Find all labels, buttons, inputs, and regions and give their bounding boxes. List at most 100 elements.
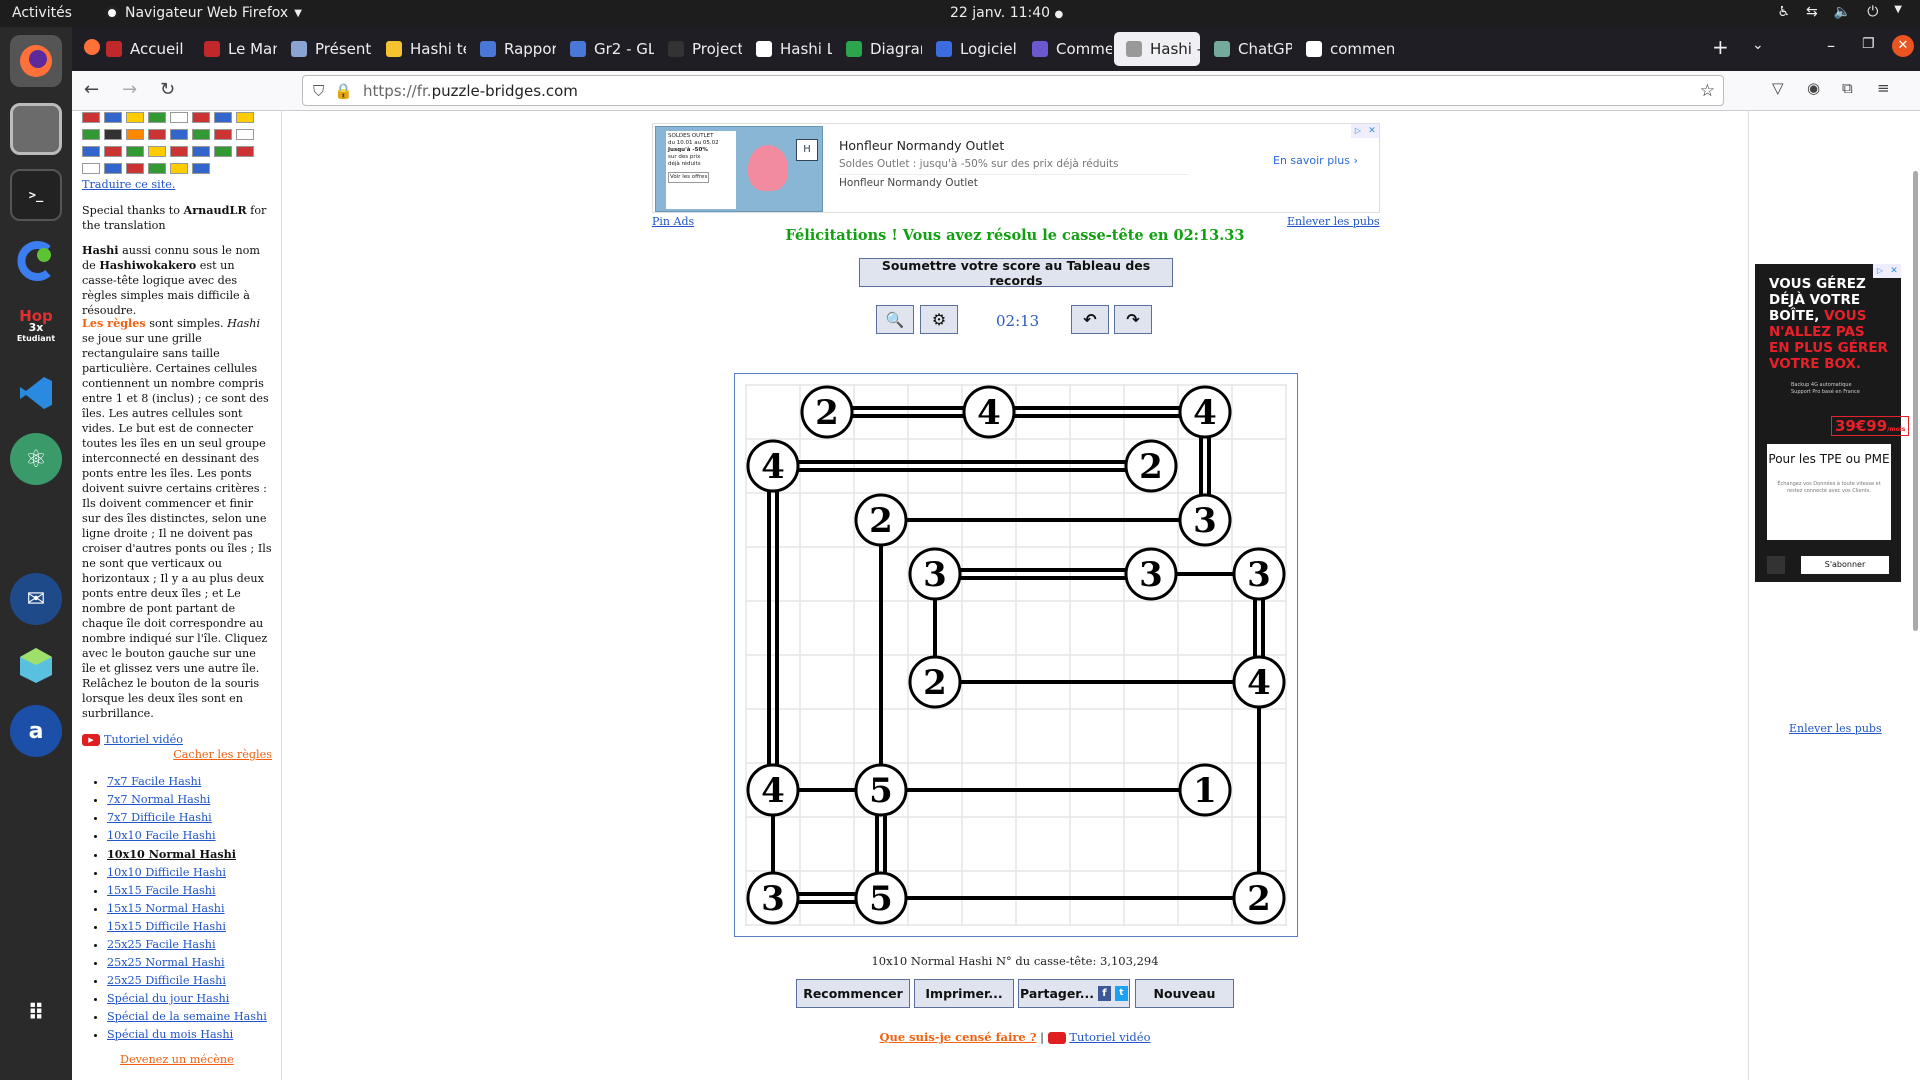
- puzzle-link[interactable]: 7x7 Difficile Hashi: [107, 811, 212, 824]
- scrollbar[interactable]: [1913, 171, 1918, 631]
- account-icon[interactable]: ◉: [1807, 79, 1820, 97]
- language-flag-icon[interactable]: [82, 129, 100, 140]
- puzzle-list-item[interactable]: 7x7 Difficile Hashi: [107, 809, 282, 827]
- vscode-dock-icon[interactable]: [10, 367, 62, 419]
- submit-score-button[interactable]: Soumettre votre score au Tableau des rec…: [859, 258, 1173, 288]
- forward-button[interactable]: →: [122, 79, 137, 100]
- language-flag-icon[interactable]: [82, 112, 100, 123]
- language-flag-icon[interactable]: [236, 112, 254, 123]
- puzzle-list-item[interactable]: 10x10 Difficile Hashi: [107, 864, 282, 882]
- tab-3[interactable]: Présentati: [279, 32, 371, 66]
- hide-rules-link[interactable]: Cacher les règles: [172, 747, 272, 762]
- tab-8[interactable]: Hashi L3 -: [744, 32, 832, 66]
- minimize-button[interactable]: –: [1827, 36, 1835, 55]
- maximize-button[interactable]: ❐: [1862, 36, 1875, 52]
- island[interactable]: 5: [854, 763, 908, 817]
- print-button[interactable]: Imprimer...: [914, 979, 1014, 1008]
- tab-13[interactable]: ChatGPT: [1202, 32, 1292, 66]
- puzzle-list-item[interactable]: 25x25 Normal Hashi: [107, 954, 282, 972]
- new-tab-button[interactable]: +: [1712, 35, 1729, 59]
- chevron-down-icon[interactable]: ▼: [1894, 4, 1902, 20]
- puzzle-link[interactable]: Spécial de la semaine Hashi: [107, 1010, 267, 1023]
- redo-button[interactable]: ↷: [1114, 305, 1152, 334]
- share-button[interactable]: Partager... f t: [1018, 979, 1130, 1008]
- language-flag-icon[interactable]: [170, 146, 188, 157]
- island[interactable]: 2: [854, 493, 908, 547]
- shield-icon[interactable]: ⛉: [313, 82, 324, 100]
- thunderbird-dock-icon[interactable]: ✉: [10, 573, 62, 625]
- power-icon[interactable]: ⏻: [1867, 4, 1878, 20]
- puzzle-svg[interactable]: 2 4 44 22 33 3 32 44 5 13 5 2: [735, 374, 1297, 936]
- app-grid-icon[interactable]: ⠿: [10, 987, 62, 1039]
- language-flag-icon[interactable]: [104, 129, 122, 140]
- facebook-icon[interactable]: f: [1097, 986, 1111, 1001]
- island[interactable]: 4: [1178, 385, 1232, 439]
- app-menu[interactable]: Navigateur Web Firefox ▼: [105, 5, 302, 21]
- language-flag-icon[interactable]: [192, 112, 210, 123]
- island[interactable]: 2: [908, 655, 962, 709]
- what-to-do-link[interactable]: Que suis-je censé faire ?: [879, 1030, 1036, 1044]
- close-window-button[interactable]: ✕: [1892, 35, 1914, 57]
- language-flag-icon[interactable]: [192, 163, 210, 174]
- tab-7[interactable]: Project-Ha: [656, 32, 742, 66]
- right-remove-ads-link[interactable]: Enlever les pubs: [1789, 722, 1882, 735]
- puzzle-list-item[interactable]: 15x15 Normal Hashi: [107, 900, 282, 918]
- language-flag-icon[interactable]: [104, 163, 122, 174]
- island[interactable]: 4: [1232, 655, 1286, 709]
- puzzle-list-item[interactable]: 7x7 Normal Hashi: [107, 791, 282, 809]
- tab-4[interactable]: Hashi tech: [374, 32, 466, 66]
- firefox-dock-icon[interactable]: [10, 35, 62, 87]
- island[interactable]: 2: [1232, 871, 1286, 925]
- island[interactable]: 2: [1124, 439, 1178, 493]
- activities-button[interactable]: Activités: [12, 5, 72, 21]
- puzzle-list-item[interactable]: Spécial du jour Hashi: [107, 990, 282, 1008]
- island[interactable]: 3: [1232, 547, 1286, 601]
- hop3x-dock-icon[interactable]: Hop 3x Etudiant: [10, 301, 62, 353]
- puzzle-link[interactable]: 10x10 Difficile Hashi: [107, 866, 226, 879]
- language-flag-icon[interactable]: [104, 146, 122, 157]
- tab-2[interactable]: Le Mans U: [192, 32, 277, 66]
- island[interactable]: 3: [908, 547, 962, 601]
- zoom-button[interactable]: 🔍: [876, 305, 914, 334]
- restart-button[interactable]: Recommencer: [796, 979, 910, 1008]
- puzzle-link[interactable]: 10x10 Facile Hashi: [107, 829, 216, 842]
- ad-cta[interactable]: En savoir plus ›: [1273, 154, 1358, 167]
- right-ad[interactable]: VOUS GÉREZ DÉJÀ VOTRE BOÎTE, VOUS N'ALLE…: [1755, 264, 1910, 582]
- tab-14[interactable]: comment: [1294, 32, 1394, 66]
- puzzle-list-item[interactable]: 10x10 Facile Hashi: [107, 827, 282, 845]
- puzzle-link[interactable]: 15x15 Difficile Hashi: [107, 920, 226, 933]
- language-flag-icon[interactable]: [148, 112, 166, 123]
- bookmark-star-icon[interactable]: ☆: [1700, 81, 1715, 101]
- tab-9[interactable]: Diagramm: [834, 32, 922, 66]
- puzzle-list-item[interactable]: Spécial de la semaine Hashi: [107, 1008, 282, 1026]
- settings-button[interactable]: ⚙: [920, 305, 958, 334]
- puzzle-link[interactable]: 7x7 Normal Hashi: [107, 793, 210, 806]
- language-flag-icon[interactable]: [236, 146, 254, 157]
- language-flag-icon[interactable]: [170, 112, 188, 123]
- video-tutorial-link-bottom[interactable]: Tutoriel vidéo: [1069, 1030, 1150, 1044]
- video-tutorial[interactable]: ▶ Tutoriel vidéo: [82, 732, 183, 747]
- puzzle-link[interactable]: 10x10 Normal Hashi: [107, 847, 236, 861]
- language-flag-icon[interactable]: [170, 163, 188, 174]
- language-flag-icon[interactable]: [214, 112, 232, 123]
- puzzle-link[interactable]: 7x7 Facile Hashi: [107, 775, 201, 788]
- island[interactable]: 4: [962, 385, 1016, 439]
- lock-icon[interactable]: 🔒: [334, 82, 353, 100]
- language-flag-icon[interactable]: [82, 146, 100, 157]
- tab-list-button[interactable]: ⌄: [1752, 37, 1764, 53]
- language-flag-icon[interactable]: [236, 129, 254, 140]
- puzzle-link[interactable]: Spécial du jour Hashi: [107, 992, 229, 1005]
- puzzle-list-item[interactable]: 15x15 Facile Hashi: [107, 882, 282, 900]
- language-flag-icon[interactable]: [192, 129, 210, 140]
- atom-dock-icon[interactable]: ⚛: [10, 433, 62, 485]
- language-flag-icon[interactable]: [126, 112, 144, 123]
- adchoices-icon[interactable]: ▷: [1351, 124, 1365, 138]
- pocket-icon[interactable]: ▽: [1772, 79, 1784, 97]
- language-flag-icon[interactable]: [170, 129, 188, 140]
- tab-1[interactable]: Accueil - E: [94, 32, 189, 66]
- package-dock-icon[interactable]: [10, 639, 62, 691]
- language-flag-icon[interactable]: [148, 146, 166, 157]
- video-tutorial-link[interactable]: Tutoriel vidéo: [104, 732, 183, 747]
- island[interactable]: 5: [854, 871, 908, 925]
- files-dock-icon[interactable]: [10, 103, 62, 155]
